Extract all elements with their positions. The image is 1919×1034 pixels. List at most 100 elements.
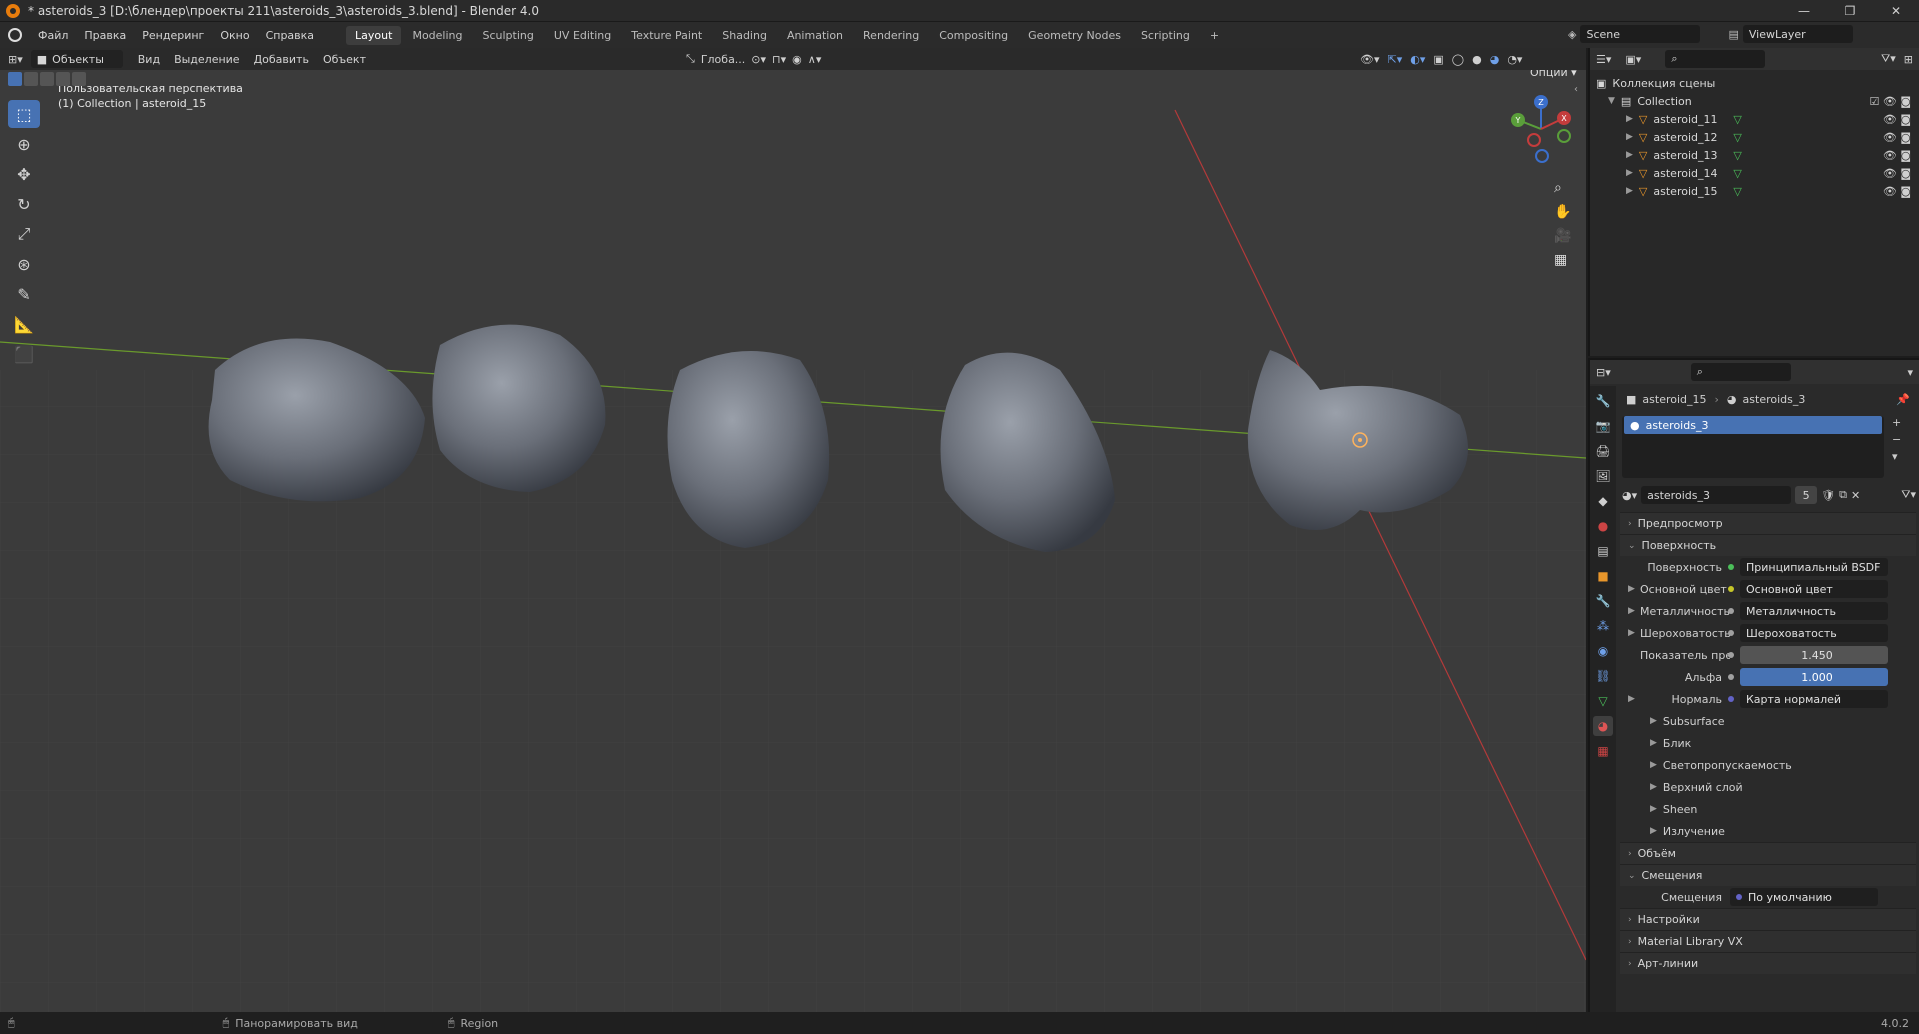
add-slot-button[interactable]: + [1892,416,1901,429]
expand-caret-icon[interactable]: ▶ [1628,628,1635,638]
expand-caret-icon[interactable]: ▶ [1628,694,1635,704]
expand-caret-icon[interactable]: ▶ [1650,716,1657,726]
menu-view[interactable]: Вид [131,53,167,66]
surface-subpanel[interactable]: ▶ Излучение [1620,820,1916,842]
surface-subpanel[interactable]: ▶ Светопропускаемость [1620,754,1916,776]
sidebar-toggle-icon[interactable]: ‹ [1574,84,1578,95]
physics-tab-icon[interactable]: ◉ [1593,641,1613,661]
select-subtract-icon[interactable] [40,72,54,86]
outliner-search-input[interactable]: ⌕ [1665,50,1766,68]
tab-texture-paint[interactable]: Texture Paint [622,26,711,45]
scale-tool-icon[interactable]: ⤢ [8,220,40,248]
options-button[interactable]: Опции ▾ [1530,70,1577,79]
3d-viewport[interactable]: Пользовательская перспектива (1) Collect… [0,70,1586,1012]
slot-menu-button[interactable]: ▾ [1892,450,1901,463]
section-lineart[interactable]: › Арт-линии [1620,952,1916,974]
particles-tab-icon[interactable]: ⁂ [1593,616,1613,636]
menu-object[interactable]: Объект [316,53,373,66]
tab-animation[interactable]: Animation [778,26,852,45]
select-box-tool-icon[interactable]: ⬚ [8,100,40,128]
surface-subpanel[interactable]: ▶ Блик [1620,732,1916,754]
annotate-tool-icon[interactable]: ✎ [8,280,40,308]
expand-caret-icon[interactable]: ▶ [1650,826,1657,836]
add-cube-tool-icon[interactable]: ⬛ [8,340,40,368]
expand-caret-icon[interactable]: ▶ [1626,114,1633,124]
socket-icon[interactable] [1728,564,1734,570]
prop-value-field[interactable]: Металличность [1740,602,1888,620]
add-workspace-button[interactable]: + [1201,26,1228,45]
render-camera-icon[interactable]: ◙ [1900,95,1911,108]
socket-icon[interactable] [1728,586,1734,592]
section-settings[interactable]: › Настройки [1620,908,1916,930]
view-layer-tab-icon[interactable]: 🖼 [1593,466,1613,486]
select-invert-icon[interactable] [56,72,70,86]
material-tab-icon[interactable]: ◕ [1593,716,1613,736]
falloff-icon[interactable]: ∧▾ [808,53,822,66]
menu-add[interactable]: Добавить [247,53,316,66]
expand-caret-icon[interactable]: ▶ [1650,738,1657,748]
visibility-eye-icon[interactable]: 👁 [1883,185,1897,198]
remove-slot-button[interactable]: − [1892,433,1901,446]
scene-collection-row[interactable]: ▣ Коллекция сцены [1590,74,1919,92]
constraints-tab-icon[interactable]: ⛓ [1593,666,1613,686]
view-layer-selector[interactable]: ViewLayer [1742,25,1853,43]
wireframe-shading-icon[interactable]: ◯ [1452,53,1464,66]
collection-row[interactable]: ▼ ▤ Collection ☑ 👁 ◙ [1590,92,1919,110]
visibility-icon[interactable]: 👁▾ [1360,53,1380,66]
tab-shading[interactable]: Shading [713,26,776,45]
surface-subpanel[interactable]: ▶ Subsurface [1620,710,1916,732]
render-tab-icon[interactable]: 📷 [1593,416,1613,436]
xray-icon[interactable]: ▣ [1433,53,1443,66]
maximize-button[interactable]: ❐ [1827,0,1873,22]
user-count[interactable]: 5 [1795,486,1818,504]
modifiers-tab-icon[interactable]: 🔧 [1593,591,1613,611]
unlink-material-icon[interactable]: ✕ [1851,489,1860,502]
texture-tab-icon[interactable]: ▦ [1593,741,1613,761]
surface-subpanel[interactable]: ▶ Sheen [1620,798,1916,820]
tab-geometry-nodes[interactable]: Geometry Nodes [1019,26,1130,45]
view-layer-icon[interactable]: ▤ [1728,28,1738,41]
properties-search-input[interactable]: ⌕ [1690,363,1791,381]
surface-subpanel[interactable]: ▶ Верхний слой [1620,776,1916,798]
pan-hand-icon[interactable]: ✋ [1554,204,1571,220]
visibility-eye-icon[interactable]: 👁 [1883,167,1897,180]
outliner-object-row[interactable]: ▶ ▽ asteroid_12 ▽ 👁 ◙ [1590,128,1919,146]
section-material-library[interactable]: › Material Library VX [1620,930,1916,952]
prop-value-field[interactable]: 1.000 [1740,668,1888,686]
output-tab-icon[interactable]: 🖨 [1593,441,1613,461]
socket-icon[interactable] [1728,674,1734,680]
expand-caret-icon[interactable]: ▶ [1628,584,1635,594]
scene-selector[interactable]: Scene [1580,25,1701,43]
expand-caret-icon[interactable]: ▶ [1650,804,1657,814]
section-volume[interactable]: › Объём [1620,842,1916,864]
expand-caret-icon[interactable]: ▶ [1626,168,1633,178]
tab-uv-editing[interactable]: UV Editing [545,26,620,45]
material-filter-icon[interactable]: ⛛▾ [1901,488,1916,502]
displacement-method-dropdown[interactable]: По умолчанию [1730,888,1878,906]
duplicate-material-icon[interactable]: ⧉ [1839,488,1847,502]
close-button[interactable]: ✕ [1873,0,1919,22]
expand-caret-icon[interactable]: ▶ [1626,186,1633,196]
expand-caret-icon[interactable]: ▶ [1626,150,1633,160]
pin-icon[interactable]: 📌 [1896,393,1910,406]
overlay-toggle-icon[interactable]: ◐▾ [1410,53,1425,66]
render-camera-icon[interactable]: ◙ [1900,185,1911,198]
menu-file[interactable]: Файл [30,29,76,42]
outliner-object-row[interactable]: ▶ ▽ asteroid_11 ▽ 👁 ◙ [1590,110,1919,128]
scene-tab-icon[interactable]: ◆ [1593,491,1613,511]
visibility-eye-icon[interactable]: 👁 [1883,95,1897,108]
material-name-field[interactable]: asteroids_3 [1641,486,1792,504]
prop-value-field[interactable]: Карта нормалей [1740,690,1888,708]
new-collection-icon[interactable]: ⊞ [1904,53,1913,66]
display-mode-icon[interactable]: ▣▾ [1625,53,1641,66]
expand-caret-icon[interactable]: ▼ [1608,96,1615,106]
tool-settings-tab-icon[interactable]: 🔧 [1593,391,1613,411]
section-surface[interactable]: ⌄ Поверхность [1620,534,1916,556]
material-shading-icon[interactable]: ◕ [1490,53,1500,66]
socket-icon[interactable] [1728,696,1734,702]
render-camera-icon[interactable]: ◙ [1900,167,1911,180]
tab-compositing[interactable]: Compositing [930,26,1017,45]
menu-select[interactable]: Выделение [167,53,247,66]
minimize-button[interactable]: — [1781,0,1827,22]
snap-icon[interactable]: ⊓▾ [772,53,786,66]
